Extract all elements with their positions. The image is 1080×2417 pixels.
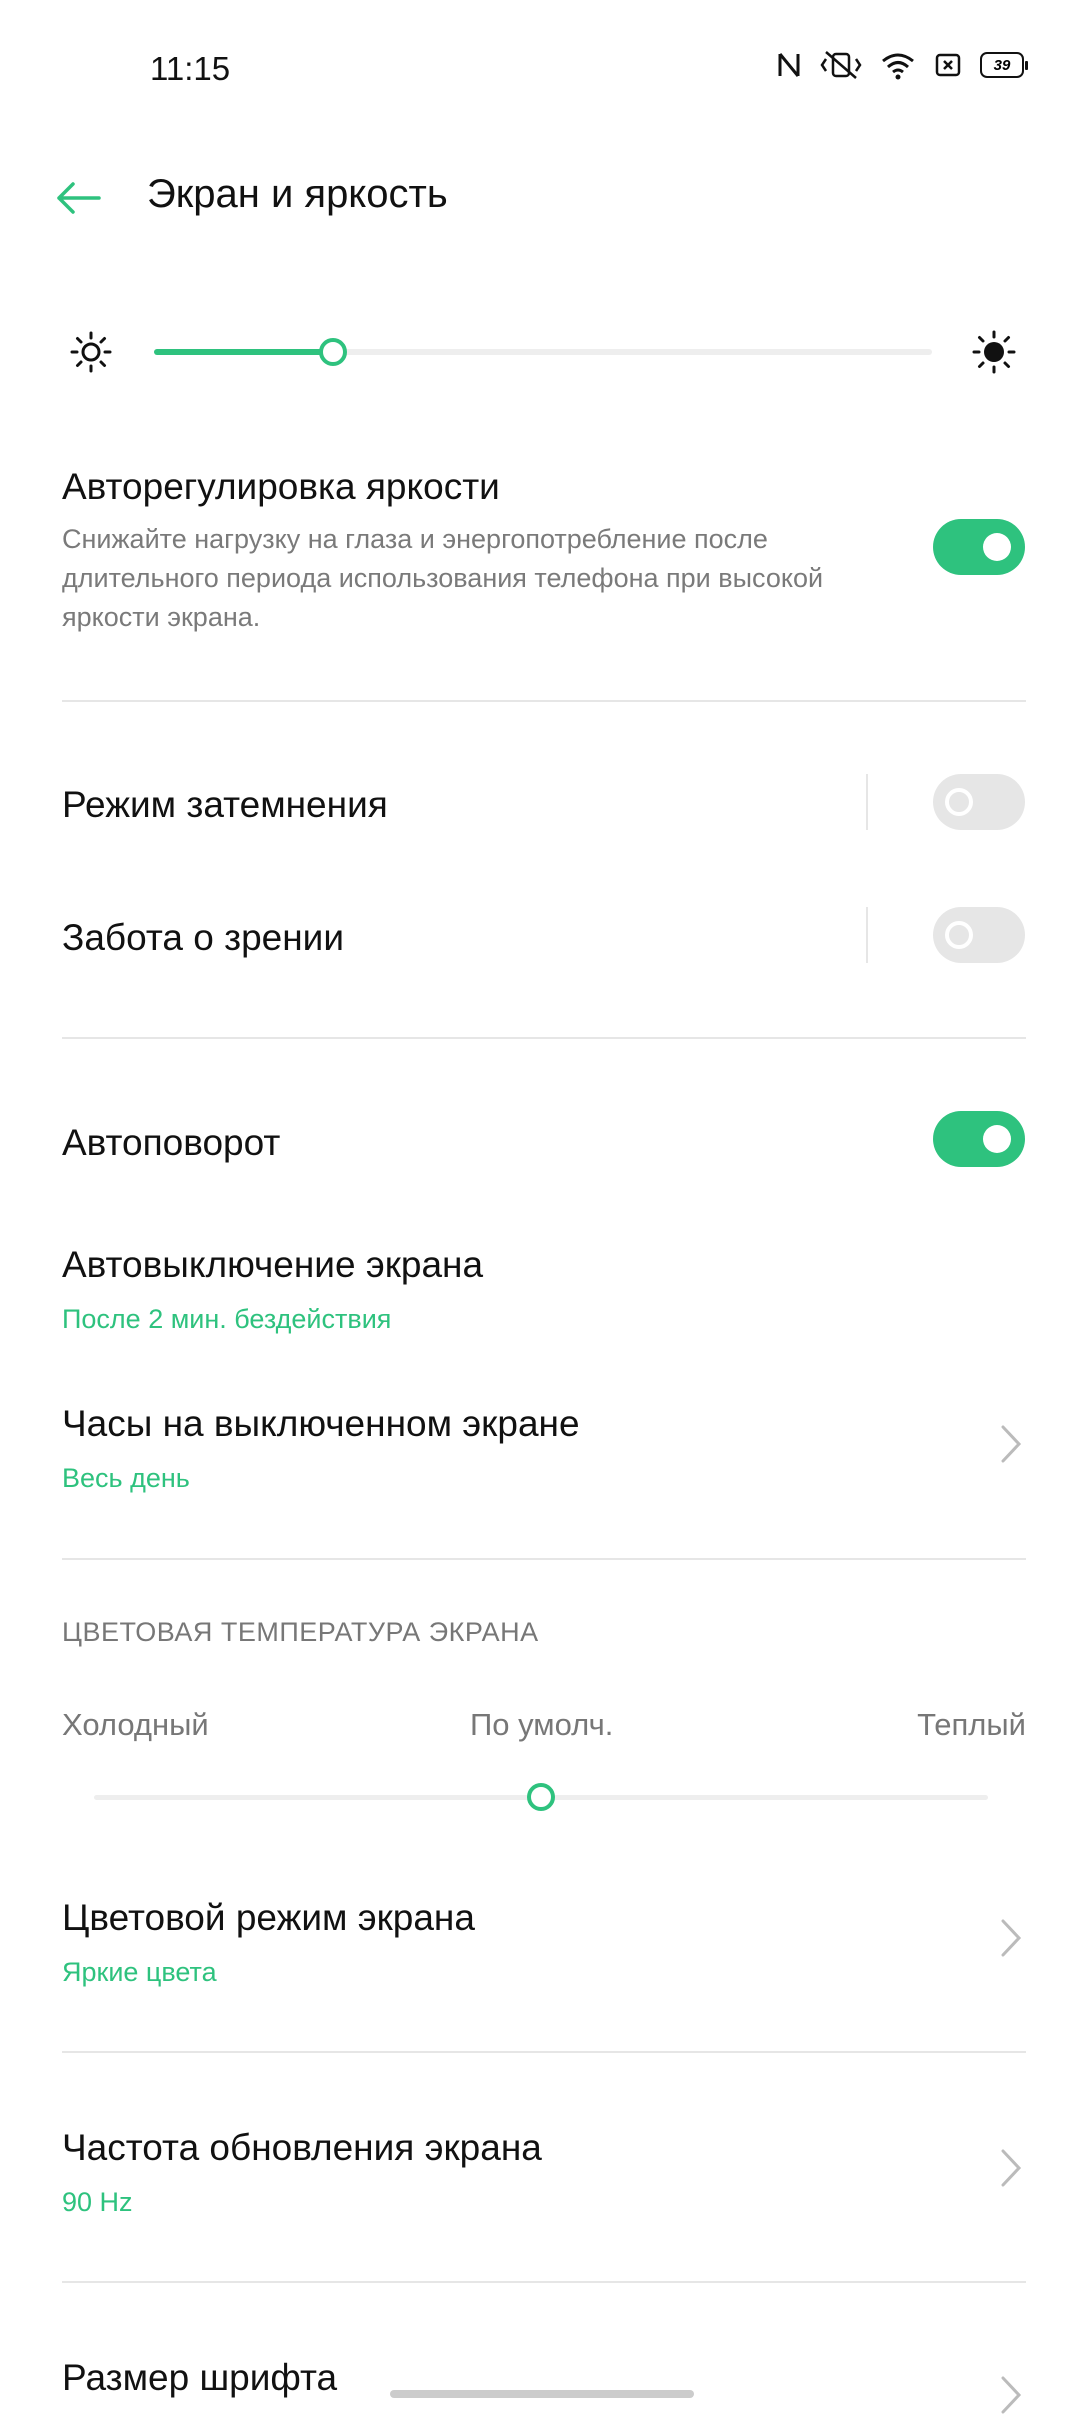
brightness-high-icon [964, 322, 1024, 382]
aod-clock-value: Весь день [62, 1463, 190, 1493]
divider [62, 2281, 1026, 2283]
chevron-right-icon [996, 2373, 1026, 2417]
chevron-right-icon [996, 1422, 1026, 1466]
screen-timeout-value: После 2 мин. бездействия [62, 1304, 392, 1334]
back-button[interactable] [48, 168, 108, 228]
back-arrow-icon [57, 182, 101, 214]
screen-timeout-title: Автовыключение экрана [62, 1244, 484, 1285]
refresh-rate-row[interactable]: Частота обновления экрана 90 Hz [62, 2127, 962, 2218]
toggle-knob [983, 1125, 1011, 1153]
toggle-knob [945, 788, 973, 816]
eye-care-title[interactable]: Забота о зрении [62, 917, 344, 959]
color-temp-slider-thumb[interactable] [527, 1783, 555, 1811]
divider [62, 700, 1026, 702]
chevron-right-icon [996, 2146, 1026, 2190]
refresh-rate-title: Частота обновления экрана [62, 2127, 542, 2168]
dark-mode-toggle[interactable] [933, 774, 1025, 830]
screen-timeout-row[interactable]: Автовыключение экрана После 2 мин. безде… [62, 1244, 962, 1335]
brightness-slider[interactable] [154, 338, 932, 366]
refresh-rate-value: 90 Hz [62, 2187, 133, 2217]
auto-rotate-title: Автоповорот [62, 1122, 281, 1163]
status-time: 11:15 [150, 50, 231, 87]
separator [866, 907, 868, 963]
divider [62, 1558, 1026, 1560]
toggle-knob [945, 921, 973, 949]
dark-mode-title[interactable]: Режим затемнения [62, 784, 388, 826]
divider [62, 1037, 1026, 1039]
battery-icon: 39 [980, 52, 1028, 78]
eye-care-toggle[interactable] [933, 907, 1025, 963]
page-title: Экран и яркость [147, 172, 448, 216]
brightness-low-icon [61, 322, 121, 382]
color-temp-warm-label: Теплый [917, 1707, 1026, 1742]
wifi-icon [882, 53, 914, 80]
color-temp-cold-label: Холодный [62, 1707, 209, 1742]
chevron-right-icon [996, 1916, 1026, 1960]
color-temp-header: ЦВЕТОВАЯ ТЕМПЕРАТУРА ЭКРАНА [62, 1617, 539, 1647]
separator [866, 774, 868, 830]
font-size-title[interactable]: Размер шрифта [62, 2357, 337, 2399]
color-mode-value: Яркие цвета [62, 1957, 217, 1987]
divider [62, 2051, 1026, 2053]
aod-clock-row[interactable]: Часы на выключенном экране Весь день [62, 1403, 962, 1494]
auto-brightness-title: Авторегулировка яркости [62, 466, 500, 507]
nfc-icon [778, 53, 800, 77]
auto-rotate-toggle[interactable] [933, 1111, 1025, 1167]
vibrate-silent-icon [820, 51, 862, 79]
color-temp-slider[interactable] [94, 1783, 988, 1811]
color-mode-title: Цветовой режим экрана [62, 1897, 475, 1938]
toggle-knob [983, 533, 1011, 561]
auto-brightness-toggle[interactable] [933, 519, 1025, 575]
home-indicator[interactable] [390, 2390, 694, 2398]
aod-clock-title: Часы на выключенном экране [62, 1403, 580, 1444]
color-mode-row[interactable]: Цветовой режим экрана Яркие цвета [62, 1897, 962, 1988]
auto-brightness-description: Снижайте нагрузку на глаза и энергопотре… [62, 524, 824, 632]
no-sim-icon [935, 53, 961, 77]
battery-level: 39 [993, 56, 1011, 74]
brightness-slider-fill [154, 349, 333, 355]
brightness-slider-thumb[interactable] [318, 338, 347, 366]
status-icons: 39 [776, 50, 1028, 80]
color-temp-default-label: По умолч. [470, 1707, 614, 1742]
